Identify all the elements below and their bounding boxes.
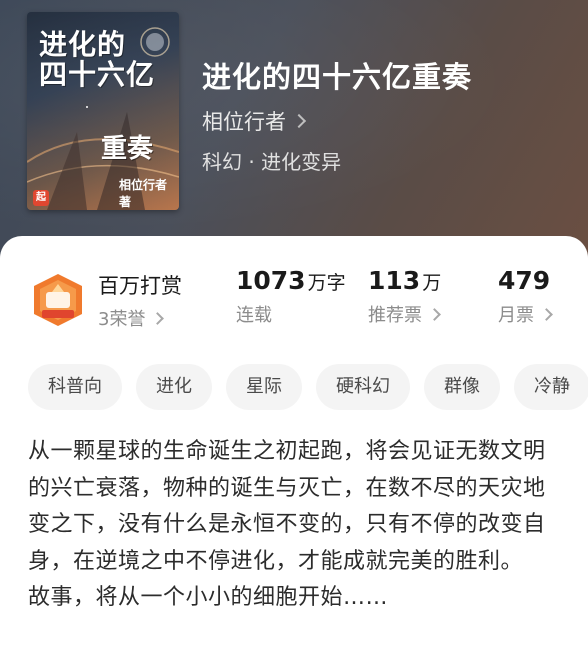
honor-title: 百万打赏: [98, 274, 182, 298]
publisher-logo-icon: 起: [33, 190, 49, 206]
chevron-right-icon: [428, 307, 441, 321]
word-count-label: 连载: [236, 305, 272, 326]
word-count-number: 1073: [236, 266, 306, 295]
tag-chip[interactable]: 群像: [424, 364, 500, 410]
tag-chip[interactable]: 星际: [226, 364, 302, 410]
honor-count-link[interactable]: 3荣誉: [98, 305, 165, 331]
cover-title-text-2: 重奏: [101, 134, 154, 164]
monthly-ticket-stat[interactable]: 479 月票: [498, 266, 553, 327]
word-count-unit: 万字: [307, 272, 346, 294]
author-name: 相位行者: [202, 110, 286, 134]
genre-label: 科幻 · 进化变异: [202, 150, 342, 174]
honor-count: 3荣誉: [98, 309, 146, 330]
cover-author-text: 相位行者 著: [119, 178, 168, 209]
book-title: 进化的四十六亿重奏: [202, 60, 473, 94]
chevron-right-icon: [540, 307, 553, 321]
monthly-ticket-label: 月票: [498, 305, 534, 326]
honor-badge-icon[interactable]: [30, 272, 86, 328]
recommend-stat[interactable]: 113 万 推荐票: [368, 266, 441, 327]
recommend-label: 推荐票: [368, 305, 422, 326]
book-detail-screen: 进化的 四十六亿 重奏 相位行者 著 起 进化的四十六亿重奏 相位行者 科幻 ·…: [0, 0, 588, 652]
recommend-unit: 万: [422, 272, 442, 294]
tag-chip[interactable]: 硬科幻: [316, 364, 410, 410]
tag-chip[interactable]: 科普向: [28, 364, 122, 410]
cover-title-text: 进化的 四十六亿: [39, 28, 156, 91]
chevron-right-icon: [291, 113, 307, 129]
book-description[interactable]: 从一颗星球的生命诞生之初起跑，将会见证无数文明的兴亡衰落，物种的诞生与灭亡，在数…: [28, 434, 564, 617]
recommend-number: 113: [368, 266, 421, 295]
author-link[interactable]: 相位行者: [202, 106, 307, 136]
tag-list: 科普向 进化 星际 硬科幻 群像 冷静: [28, 364, 588, 410]
tag-chip[interactable]: 进化: [136, 364, 212, 410]
book-header: 进化的 四十六亿 重奏 相位行者 著 起 进化的四十六亿重奏 相位行者 科幻 ·…: [0, 0, 588, 262]
book-cover[interactable]: 进化的 四十六亿 重奏 相位行者 著 起: [27, 12, 179, 210]
monthly-ticket-number: 479: [498, 266, 551, 295]
cover-artwork: [27, 27, 179, 210]
description-paragraph: 故事，将从一个小小的细胞开始……: [28, 585, 389, 610]
tag-chip[interactable]: 冷静: [514, 364, 588, 410]
chevron-right-icon: [151, 311, 165, 325]
word-count-stat: 1073 万字 连载: [236, 266, 346, 327]
description-paragraph: 从一颗星球的生命诞生之初起跑，将会见证无数文明的兴亡衰落，物种的诞生与灭亡，在数…: [28, 439, 546, 574]
